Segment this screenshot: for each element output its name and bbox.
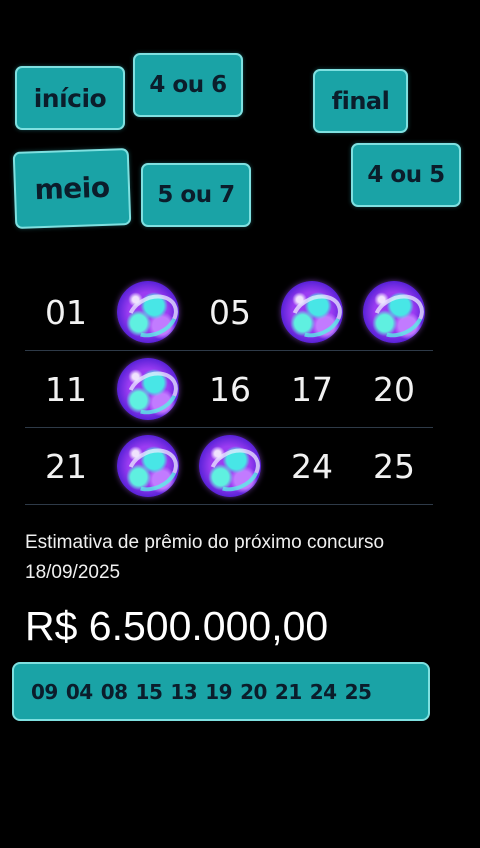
result-number: 19 [205, 679, 233, 704]
result-number: 21 [274, 679, 302, 704]
grid-row: 21 24 25 [25, 428, 433, 505]
grid-cell-ball [353, 274, 435, 350]
result-number: 08 [100, 679, 128, 704]
grid-number: 24 [291, 446, 333, 486]
grid-row: 01 05 [25, 274, 433, 351]
grid-number: 17 [291, 369, 333, 409]
marked-ball-icon [117, 281, 179, 343]
grid-cell-ball [189, 428, 271, 504]
tag-inicio[interactable]: início [15, 66, 125, 130]
tag-meio[interactable]: meio [12, 147, 132, 230]
grid-number: 16 [209, 369, 251, 409]
marked-ball-icon [199, 435, 261, 497]
estimate-label: Estimativa de prêmio do próximo concurso [25, 532, 385, 553]
tag-5-or-7[interactable]: 5 ou 7 [141, 163, 251, 227]
grid-number: 01 [45, 292, 87, 332]
tag-4-or-6[interactable]: 4 ou 6 [133, 53, 243, 117]
grid-number: 20 [373, 369, 415, 409]
result-number: 20 [240, 679, 267, 704]
grid-number: 25 [373, 446, 415, 486]
result-numbers-bar: 09 04 08 15 13 19 20 21 24 25 [12, 662, 430, 721]
result-number: 09 [31, 679, 58, 704]
result-number: 15 [135, 679, 163, 704]
grid-number: 05 [209, 292, 251, 332]
result-number: 25 [344, 679, 372, 704]
result-number: 13 [170, 679, 198, 704]
tag-4-or-5[interactable]: 4 ou 5 [351, 143, 461, 207]
marked-ball-icon [363, 281, 425, 343]
marked-ball-icon [117, 435, 179, 497]
grid-row: 11 16 17 20 [25, 351, 433, 428]
grid-number: 21 [45, 446, 87, 486]
prize-amount: R$ 6.500.000,00 [25, 603, 329, 649]
grid-cell-ball [107, 274, 189, 350]
grid-cell-ball [107, 428, 189, 504]
tag-final[interactable]: final [313, 69, 408, 133]
marked-ball-icon [117, 358, 179, 420]
number-grid: 01 05 11 16 17 20 21 24 25 [25, 274, 433, 505]
grid-cell-ball [271, 274, 353, 350]
marked-ball-icon [281, 281, 343, 343]
grid-cell-ball [107, 351, 189, 427]
result-number: 24 [309, 679, 337, 704]
grid-number: 11 [45, 369, 87, 409]
estimate-date: 18/09/2025 [25, 562, 121, 583]
result-number: 04 [65, 679, 93, 704]
